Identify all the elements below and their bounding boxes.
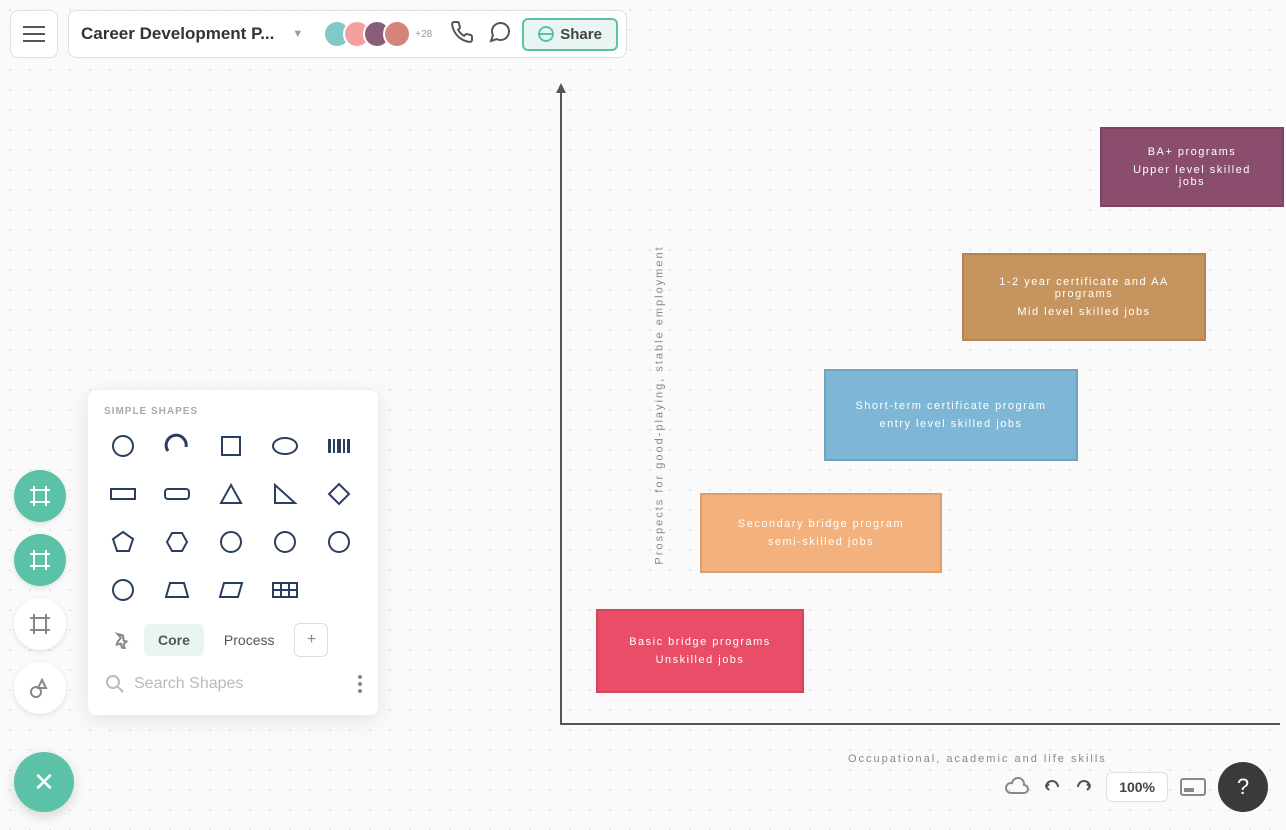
phone-icon	[450, 20, 474, 44]
shape-octagon[interactable]	[266, 525, 304, 559]
add-category-button[interactable]: +	[294, 623, 328, 657]
shape-hexagon[interactable]	[158, 525, 196, 559]
tab-process[interactable]: Process	[210, 624, 289, 656]
chart-box-secondary[interactable]: Secondary bridge program semi-skilled jo…	[700, 493, 942, 573]
shape-trapezoid[interactable]	[158, 573, 196, 607]
share-button[interactable]: Share	[522, 18, 618, 51]
document-title[interactable]: Career Development P...	[81, 24, 274, 44]
left-float-tools	[14, 470, 66, 714]
chart-box-shortterm[interactable]: Short-term certificate program entry lev…	[824, 369, 1078, 461]
pin-button[interactable]	[104, 623, 138, 657]
box-line2: entry level skilled jobs	[844, 418, 1058, 430]
chat-icon	[488, 20, 512, 44]
shape-grid[interactable]	[266, 573, 304, 607]
shape-decagon[interactable]	[104, 573, 142, 607]
shape-rect-wide[interactable]	[104, 477, 142, 511]
shape-barcode[interactable]	[320, 429, 358, 463]
top-toolbar: Career Development P... ▼ +28 Share	[10, 10, 627, 58]
box-line1: BA+ programs	[1120, 146, 1264, 158]
box-line1: 1-2 year certificate and AA programs	[982, 276, 1186, 300]
frame-icon	[28, 612, 52, 636]
box-line1: Short-term certificate program	[844, 400, 1058, 412]
box-line2: Mid level skilled jobs	[982, 306, 1186, 318]
share-label: Share	[560, 26, 602, 43]
shape-pentagon[interactable]	[104, 525, 142, 559]
shape-circle[interactable]	[104, 429, 142, 463]
career-chart: Prospects for good-playing, stable emplo…	[560, 85, 1280, 725]
avatar-overflow-count[interactable]: +28	[415, 29, 432, 40]
comment-button[interactable]	[488, 20, 512, 49]
shape-category-tabs: Core Process +	[104, 623, 362, 657]
shape-diamond[interactable]	[320, 477, 358, 511]
shape-parallelogram[interactable]	[212, 573, 250, 607]
sync-cloud-icon[interactable]	[1004, 777, 1030, 797]
box-line2: semi-skilled jobs	[720, 536, 922, 548]
shape-search-row	[104, 669, 362, 699]
minimap-icon[interactable]	[1180, 778, 1206, 796]
redo-button[interactable]	[1074, 777, 1094, 797]
box-line2: Upper level skilled jobs	[1120, 164, 1264, 188]
shapes-panel: SIMPLE SHAPES Core Process +	[88, 390, 378, 715]
close-icon: ✕	[33, 767, 55, 798]
shape-square[interactable]	[212, 429, 250, 463]
shape-triangle[interactable]	[212, 477, 250, 511]
frame-tool-active[interactable]	[14, 470, 66, 522]
shapes-tool[interactable]	[14, 662, 66, 714]
shape-heptagon[interactable]	[212, 525, 250, 559]
help-button[interactable]: ?	[1218, 762, 1268, 812]
globe-icon	[538, 26, 554, 42]
search-icon	[104, 673, 126, 695]
panel-heading: SIMPLE SHAPES	[104, 406, 362, 417]
tab-core[interactable]: Core	[144, 624, 204, 656]
zoom-level[interactable]: 100%	[1106, 772, 1168, 802]
shape-rect-rounded[interactable]	[158, 477, 196, 511]
main-toolbar: Career Development P... ▼ +28 Share	[68, 10, 627, 58]
call-button[interactable]	[450, 20, 474, 49]
shape-right-triangle[interactable]	[266, 477, 304, 511]
chart-y-axis	[560, 85, 562, 725]
bottom-right-controls: 100% ?	[1004, 762, 1268, 812]
frame-tool-3[interactable]	[14, 598, 66, 650]
more-options-button[interactable]	[358, 675, 362, 693]
shapes-grid	[104, 429, 362, 607]
box-line1: Secondary bridge program	[720, 518, 922, 530]
pin-icon	[112, 631, 130, 649]
chart-x-axis	[560, 723, 1280, 725]
frame-tool-2[interactable]	[14, 534, 66, 586]
collaborator-avatars[interactable]: +28	[323, 20, 432, 48]
shape-search-input[interactable]	[134, 669, 350, 699]
shapes-icon	[28, 676, 52, 700]
hamburger-icon	[23, 33, 45, 35]
chart-box-cert-aa[interactable]: 1-2 year certificate and AA programs Mid…	[962, 253, 1206, 341]
shape-arc[interactable]	[158, 429, 196, 463]
box-line1: Basic bridge programs	[616, 636, 784, 648]
box-line2: Unskilled jobs	[616, 654, 784, 666]
chart-box-ba[interactable]: BA+ programs Upper level skilled jobs	[1100, 127, 1284, 207]
menu-button[interactable]	[10, 10, 58, 58]
shape-nonagon[interactable]	[320, 525, 358, 559]
frame-icon	[28, 548, 52, 572]
shape-ellipse[interactable]	[266, 429, 304, 463]
undo-button[interactable]	[1042, 777, 1062, 797]
chart-y-label: Prospects for good-playing, stable emplo…	[654, 245, 666, 564]
close-panel-button[interactable]: ✕	[14, 752, 74, 812]
chart-box-basic[interactable]: Basic bridge programs Unskilled jobs	[596, 609, 804, 693]
frame-icon	[28, 484, 52, 508]
title-dropdown-icon[interactable]: ▼	[292, 28, 303, 40]
avatar[interactable]	[383, 20, 411, 48]
